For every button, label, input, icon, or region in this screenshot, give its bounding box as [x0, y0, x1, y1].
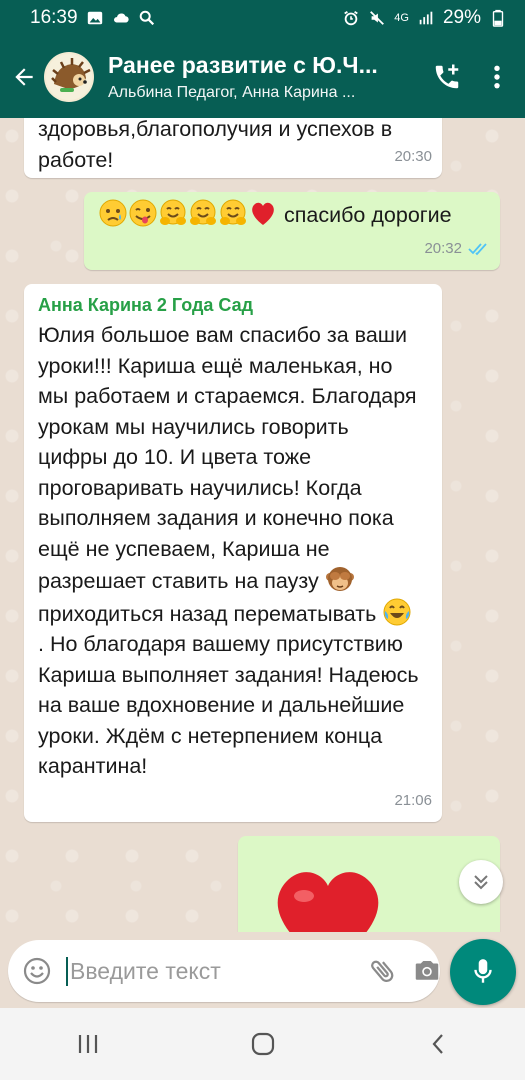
sad-face-emoji — [99, 199, 127, 227]
message-time: 20:30 — [394, 147, 432, 165]
hedgehog-avatar-icon — [46, 54, 92, 100]
status-time: 16:39 — [30, 7, 78, 28]
message-text: спасибо дорогие — [284, 203, 452, 227]
cloud-icon — [113, 13, 129, 23]
camera-icon — [415, 961, 439, 980]
chat-participants[interactable]: Альбина Педагог, Анна Карина ... — [108, 84, 419, 102]
message-text: приходиться назад перематывать — [38, 601, 377, 626]
message-text: Юлия большое вам спасибо за ваши уроки!!… — [38, 323, 417, 593]
chat-title[interactable]: Ранее развитие с Ю.Ч... — [108, 52, 419, 79]
emoji-smile-icon — [23, 957, 51, 985]
add-call-icon — [435, 64, 459, 89]
see-no-evil-monkey-emoji — [325, 567, 354, 591]
system-back-button[interactable] — [398, 1014, 478, 1074]
network-type: 4G — [394, 11, 409, 24]
alarm-icon — [344, 10, 359, 26]
paperclip-icon — [371, 960, 394, 982]
tears-of-joy-emoji — [383, 598, 411, 625]
message-incoming[interactable]: Анна Карина 2 Года Сад Юлия большое вам … — [24, 284, 442, 822]
recent-apps-icon — [78, 1035, 97, 1053]
sender-name: Анна Карина 2 Года Сад — [38, 295, 254, 315]
big-red-heart-emoji — [277, 872, 379, 932]
chat-header: Ранее развитие с Ю.Ч... Альбина Педагог,… — [0, 36, 525, 118]
signal-icon — [419, 11, 433, 25]
group-avatar[interactable] — [44, 52, 94, 102]
more-vert-icon — [494, 65, 500, 89]
camera-button[interactable] — [412, 950, 442, 992]
message-body: Юлия большое вам спасибо за ваши уроки!!… — [38, 320, 423, 782]
hugging-face-emoji — [190, 199, 216, 225]
emoji-button[interactable] — [22, 950, 52, 992]
red-heart-emoji — [252, 202, 274, 225]
home-button[interactable] — [223, 1014, 303, 1074]
message-incoming[interactable]: здоровья,благополучия и успехов в работе… — [24, 118, 442, 178]
double-chevron-down-icon — [474, 875, 488, 890]
hugging-face-emoji — [220, 199, 246, 225]
search-icon — [139, 10, 154, 26]
message-text: здоровья,благополучия и успехов в работе… — [38, 118, 393, 172]
message-text: . Но благодаря вашему присутствию Кариша… — [38, 632, 419, 778]
message-meta: 20:32 — [424, 234, 490, 265]
compose-bar — [0, 932, 525, 1008]
message-outgoing[interactable]: спасибо дорогие 20:32 — [84, 192, 500, 270]
battery-icon — [492, 9, 504, 27]
home-icon — [251, 1032, 274, 1056]
back-chevron-icon — [432, 1034, 443, 1054]
message-time: 20:32 — [424, 239, 462, 257]
compose-box — [8, 940, 440, 1002]
mute-icon — [370, 11, 385, 25]
recent-apps-button[interactable] — [48, 1014, 128, 1074]
microphone-icon — [474, 959, 492, 983]
status-bar: 16:39 4G 29% — [0, 0, 525, 36]
hugging-face-emoji — [160, 199, 186, 225]
back-arrow-icon — [15, 68, 33, 86]
system-nav-bar — [0, 1008, 525, 1080]
attach-button[interactable] — [368, 950, 398, 992]
chat-messages[interactable]: здоровья,благополучия и успехов в работе… — [0, 118, 525, 932]
back-button[interactable] — [4, 36, 44, 118]
gallery-icon — [87, 11, 102, 25]
battery-level: 29% — [442, 7, 481, 28]
scroll-to-bottom-button[interactable] — [459, 860, 503, 904]
emoji-group — [98, 198, 278, 228]
message-input[interactable] — [66, 956, 368, 986]
message-time: 21:06 — [394, 791, 432, 809]
winking-tongue-emoji — [129, 199, 157, 227]
more-options-button[interactable] — [475, 36, 519, 118]
add-call-button[interactable] — [419, 36, 475, 118]
voice-message-button[interactable] — [450, 939, 516, 1005]
read-ticks-icon — [468, 243, 487, 256]
